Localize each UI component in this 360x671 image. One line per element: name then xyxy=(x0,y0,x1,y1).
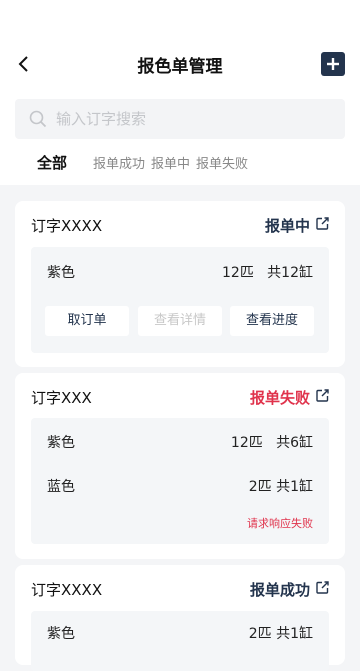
search-bar[interactable] xyxy=(15,99,345,139)
cancel-order-button[interactable]: 取订单 xyxy=(45,306,129,336)
filter-tabs: 全部 报单成功 报单中 报单失败 xyxy=(37,152,254,173)
tab-failed[interactable]: 报单失败 xyxy=(196,153,248,172)
order-detail-panel: 紫色 2匹 共1缸 xyxy=(31,611,329,671)
status-badge: 报单失败 xyxy=(249,389,310,407)
order-detail-panel: 紫色 12匹 共12缸 取订单 查看详情 查看进度 xyxy=(31,247,329,353)
tab-in-progress[interactable]: 报单中 xyxy=(151,153,190,172)
search-icon xyxy=(29,110,47,128)
list-item: 紫色 12匹 共12缸 xyxy=(31,262,329,282)
card-header: 订字XXXX 报单成功 xyxy=(15,565,345,611)
external-link-icon[interactable] xyxy=(316,217,329,230)
order-name: 订字XXXX xyxy=(31,217,103,235)
quantity-text: 12匹 共6缸 xyxy=(230,435,313,451)
error-message: 请求响应失败 xyxy=(247,517,313,530)
page-title: 报色单管理 xyxy=(137,57,223,77)
order-name: 订字XXX xyxy=(31,389,92,407)
color-name: 紫色 xyxy=(47,435,75,451)
top-panel: 报色单管理 全部 报单成功 报单中 报单失败 xyxy=(0,0,360,185)
order-name: 订字XXXX xyxy=(31,581,103,599)
external-link-icon[interactable] xyxy=(316,581,329,594)
view-progress-button[interactable]: 查看进度 xyxy=(230,306,314,336)
card-header: 订字XXX 报单失败 xyxy=(15,373,345,419)
color-name: 紫色 xyxy=(47,626,75,642)
order-card[interactable]: 订字XXX 报单失败 紫色 12匹 共6缸 蓝色 2匹 共1缸 请求响应失败 xyxy=(15,373,345,559)
quantity-text: 2匹 共1缸 xyxy=(248,626,313,642)
search-input[interactable] xyxy=(54,109,318,129)
quantity-text: 2匹 共1缸 xyxy=(248,479,313,495)
list-item: 紫色 2匹 共1缸 xyxy=(31,623,329,643)
quantity-text: 12匹 共12缸 xyxy=(222,265,313,281)
order-card[interactable]: 订字XXXX 报单中 紫色 12匹 共12缸 取订单 查看详情 查看进度 xyxy=(15,201,345,367)
order-detail-panel: 紫色 12匹 共6缸 蓝色 2匹 共1缸 请求响应失败 xyxy=(31,418,329,544)
order-card[interactable]: 订字XXXX 报单成功 紫色 2匹 共1缸 xyxy=(15,565,345,671)
view-detail-button[interactable]: 查看详情 xyxy=(138,306,222,336)
external-link-icon[interactable] xyxy=(316,389,329,402)
color-name: 蓝色 xyxy=(47,479,75,495)
add-order-button[interactable] xyxy=(321,52,345,76)
plus-icon xyxy=(327,58,339,70)
status-badge: 报单中 xyxy=(264,217,310,235)
tab-all[interactable]: 全部 xyxy=(37,152,67,173)
list-item: 紫色 12匹 共6缸 xyxy=(31,432,329,452)
card-header: 订字XXXX 报单中 xyxy=(15,201,345,247)
status-badge: 报单成功 xyxy=(249,581,310,599)
color-name: 紫色 xyxy=(47,265,75,281)
tab-success[interactable]: 报单成功 xyxy=(93,153,145,172)
list-item: 蓝色 2匹 共1缸 xyxy=(31,476,329,496)
header-bar: 报色单管理 xyxy=(0,44,360,84)
